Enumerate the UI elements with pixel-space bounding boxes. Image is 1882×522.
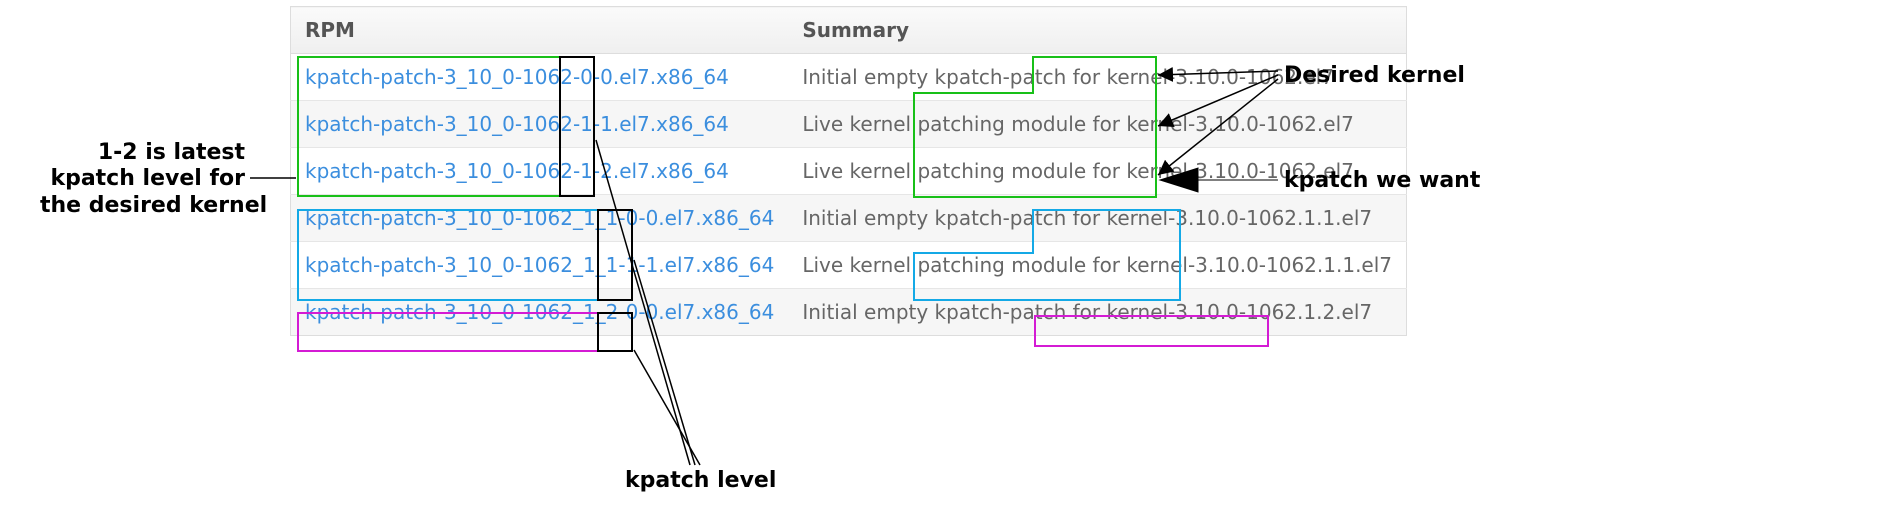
annot-desired-kernel: Desired kernel [1284,63,1465,89]
rpm-link[interactable]: kpatch-patch-3_10_0-1062_1_1-0-0.el7.x86… [305,206,774,230]
annot-kpatch-we-want: kpatch we want [1284,168,1480,194]
rpm-link[interactable]: kpatch-patch-3_10_0-1062-1-1.el7.x86_64 [305,112,729,136]
summary-cell: Initial empty kpatch-patch for kernel-3.… [788,289,1406,336]
table-row: kpatch-patch-3_10_0-1062-1-2.el7.x86_64 … [291,148,1407,195]
rpm-link[interactable]: kpatch-patch-3_10_0-1062_1_2-0-0.el7.x86… [305,300,774,324]
table-row: kpatch-patch-3_10_0-1062_1_1-0-0.el7.x86… [291,195,1407,242]
rpm-link[interactable]: kpatch-patch-3_10_0-1062-0-0.el7.x86_64 [305,65,729,89]
col-header-rpm: RPM [291,7,789,54]
summary-cell: Live kernel patching module for kernel-3… [788,101,1406,148]
col-header-summary: Summary [788,7,1406,54]
annot-latest-level: 1-2 is latest kpatch level for the desir… [40,140,245,219]
table-row: kpatch-patch-3_10_0-1062-0-0.el7.x86_64 … [291,54,1407,101]
table-row: kpatch-patch-3_10_0-1062-1-1.el7.x86_64 … [291,101,1407,148]
rpm-link[interactable]: kpatch-patch-3_10_0-1062-1-2.el7.x86_64 [305,159,729,183]
summary-cell: Initial empty kpatch-patch for kernel-3.… [788,195,1406,242]
table-row: kpatch-patch-3_10_0-1062_1_2-0-0.el7.x86… [291,289,1407,336]
annot-kpatch-level: kpatch level [625,468,776,494]
rpm-link[interactable]: kpatch-patch-3_10_0-1062_1_1-1-1.el7.x86… [305,253,774,277]
table-row: kpatch-patch-3_10_0-1062_1_1-1-1.el7.x86… [291,242,1407,289]
rpm-table: RPM Summary kpatch-patch-3_10_0-1062-0-0… [290,6,1407,336]
summary-cell: Live kernel patching module for kernel-3… [788,242,1406,289]
